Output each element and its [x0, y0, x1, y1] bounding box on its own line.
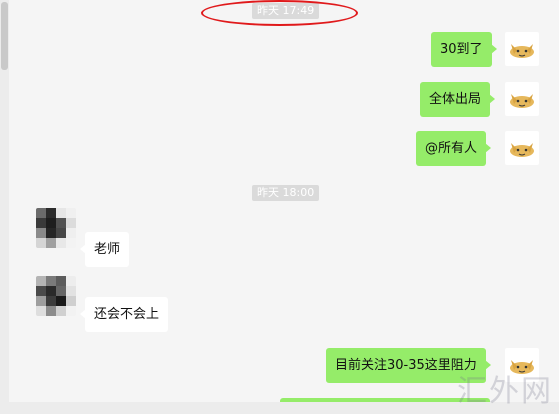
annotation-circle: [201, 0, 358, 26]
avatar-other-blurred[interactable]: [36, 208, 76, 248]
message-bubble-received[interactable]: 还会不会上: [79, 297, 169, 332]
message-bubble-sent[interactable]: 30到了: [431, 32, 497, 67]
avatar-other-blurred[interactable]: [36, 276, 76, 316]
scrollbar-thumb[interactable]: [1, 2, 8, 70]
avatar-self[interactable]: [505, 32, 539, 66]
avatar-self[interactable]: [505, 82, 539, 116]
fox-avatar-icon: [510, 143, 534, 157]
chat-scrollbar[interactable]: [0, 0, 9, 414]
avatar-self[interactable]: [505, 131, 539, 165]
message-bubble-sent[interactable]: 全体出局: [420, 82, 496, 117]
message-bubble-received[interactable]: 老师: [79, 232, 130, 267]
timestamp-2: 昨天 18:00: [252, 185, 320, 201]
fox-avatar-icon: [510, 94, 534, 108]
fox-avatar-icon: [510, 44, 534, 58]
watermark: 汇外网: [457, 374, 553, 409]
message-bubble-sent[interactable]: @所有人: [416, 131, 492, 166]
